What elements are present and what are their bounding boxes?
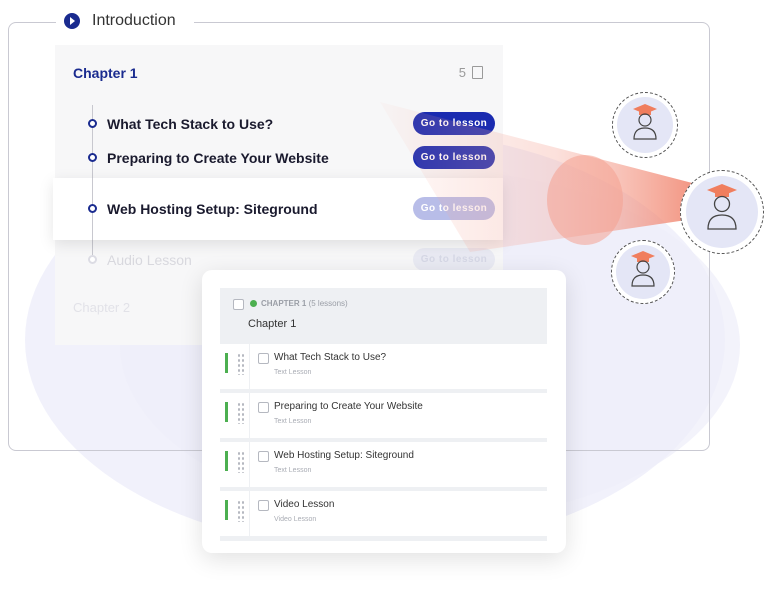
lesson-title: Web Hosting Setup: Siteground bbox=[274, 450, 414, 461]
chapter-name: Chapter 1 bbox=[248, 318, 297, 330]
active-indicator bbox=[225, 500, 228, 520]
builder-lesson-item[interactable]: Preparing to Create Your Website Text Le… bbox=[220, 393, 547, 443]
active-indicator bbox=[225, 402, 228, 422]
document-icon bbox=[472, 66, 483, 79]
go-to-lesson-button[interactable]: Go to lesson bbox=[413, 146, 495, 169]
graduate-icon bbox=[631, 251, 655, 287]
bullet-icon bbox=[88, 153, 97, 162]
intro-title: Introduction bbox=[92, 12, 176, 29]
lesson-count: 5 bbox=[459, 65, 483, 80]
play-circle-icon bbox=[64, 13, 80, 29]
drag-handle-icon[interactable] bbox=[237, 353, 245, 375]
lesson-checkbox[interactable] bbox=[258, 353, 269, 364]
highlighted-lesson-row: Web Hosting Setup: Siteground Go to less… bbox=[53, 178, 503, 240]
builder-lesson-item[interactable]: Video Lesson Video Lesson bbox=[220, 491, 547, 541]
lesson-checkbox[interactable] bbox=[258, 402, 269, 413]
builder-lesson-item[interactable]: What Tech Stack to Use? Text Lesson bbox=[220, 344, 547, 394]
chapter-label: CHAPTER 1 (5 lessons) bbox=[261, 299, 348, 308]
lesson-type: Text Lesson bbox=[274, 369, 312, 376]
go-to-lesson-button[interactable]: Go to lesson bbox=[413, 197, 495, 220]
student-avatar-featured bbox=[680, 170, 764, 254]
bullet-icon bbox=[88, 204, 97, 213]
graduate-icon bbox=[707, 184, 737, 230]
chapter-checkbox[interactable] bbox=[233, 299, 244, 310]
go-to-lesson-button[interactable]: Go to lesson bbox=[413, 248, 495, 271]
lesson-checkbox[interactable] bbox=[258, 451, 269, 462]
bullet-icon bbox=[88, 255, 97, 264]
lesson-row: Preparing to Create Your Website Go to l… bbox=[85, 146, 495, 170]
student-avatar bbox=[611, 240, 675, 304]
lesson-type: Video Lesson bbox=[274, 516, 317, 523]
lesson-row-ghost: Audio Lesson Go to lesson bbox=[85, 248, 495, 272]
chapter-title[interactable]: Chapter 1 bbox=[73, 65, 138, 81]
lesson-title: What Tech Stack to Use? bbox=[107, 116, 274, 132]
lesson-title: What Tech Stack to Use? bbox=[274, 352, 387, 363]
intro-header[interactable]: Introduction bbox=[56, 8, 194, 34]
lesson-builder-card: CHAPTER 1 (5 lessons) Chapter 1 What Tec… bbox=[202, 270, 566, 553]
lesson-row: What Tech Stack to Use? Go to lesson bbox=[85, 112, 495, 136]
lesson-type: Text Lesson bbox=[274, 418, 312, 425]
status-dot bbox=[250, 300, 257, 307]
builder-lesson-item[interactable]: Web Hosting Setup: Siteground Text Lesso… bbox=[220, 442, 547, 492]
lesson-title: Preparing to Create Your Website bbox=[274, 401, 423, 412]
lesson-title: Web Hosting Setup: Siteground bbox=[107, 201, 318, 217]
drag-handle-icon[interactable] bbox=[237, 451, 245, 473]
go-to-lesson-button[interactable]: Go to lesson bbox=[413, 112, 495, 135]
lesson-count-value: 5 bbox=[458, 65, 466, 80]
active-indicator bbox=[225, 353, 228, 373]
lesson-row: Web Hosting Setup: Siteground Go to less… bbox=[85, 197, 495, 221]
lesson-title: Video Lesson bbox=[274, 499, 335, 510]
lesson-title: Preparing to Create Your Website bbox=[107, 150, 329, 166]
active-indicator bbox=[225, 451, 228, 471]
drag-handle-icon[interactable] bbox=[237, 402, 245, 424]
builder-chapter-header[interactable]: CHAPTER 1 (5 lessons) Chapter 1 bbox=[220, 288, 547, 344]
bullet-icon bbox=[88, 119, 97, 128]
chapter-2-title[interactable]: Chapter 2 bbox=[73, 300, 130, 315]
drag-handle-icon[interactable] bbox=[237, 500, 245, 522]
lesson-title: Audio Lesson bbox=[107, 252, 192, 268]
graduate-icon bbox=[633, 104, 657, 140]
student-avatar bbox=[612, 92, 678, 158]
lesson-checkbox[interactable] bbox=[258, 500, 269, 511]
lesson-type: Text Lesson bbox=[274, 467, 312, 474]
